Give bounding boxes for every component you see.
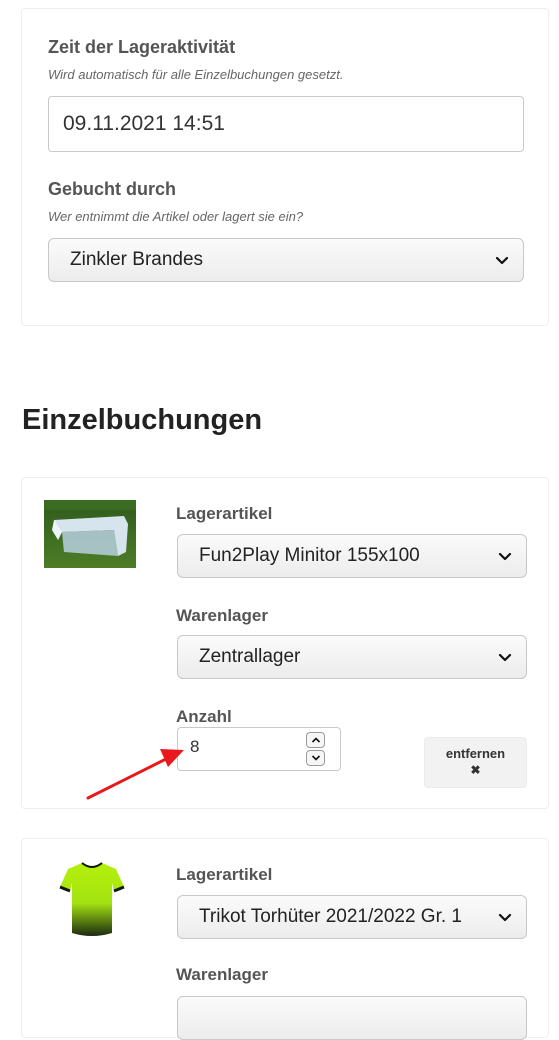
booking-card: Lagerartikel Trikot Torhüter 2021/2022 G… (21, 838, 549, 1040)
article-label: Lagerartikel (176, 865, 273, 884)
warehouse-label: Warenlager (176, 606, 268, 625)
booked-by-hint: Wer entnimmt die Artikel oder lagert sie… (48, 209, 304, 224)
article-select[interactable]: Fun2Play Minitor 155x100 (177, 534, 527, 578)
warehouse-select[interactable] (177, 996, 527, 1040)
time-input[interactable]: 09.11.2021 14:51 (48, 96, 524, 152)
booked-by-value: Zinkler Brandes (70, 249, 204, 270)
remove-label: entfernen (445, 746, 506, 761)
remove-button[interactable]: entfernen ✖ (424, 737, 527, 788)
decrement-button[interactable] (306, 750, 325, 766)
article-value: Trikot Torhüter 2021/2022 Gr. 1 (199, 906, 462, 927)
time-input-value: 09.11.2021 14:51 (63, 112, 225, 135)
warehouse-value: Zentrallager (199, 646, 301, 667)
section-title: Einzelbuchungen (22, 404, 263, 436)
chevron-up-icon (311, 737, 320, 743)
chevron-down-icon (311, 755, 320, 761)
time-hint: Wird automatisch für alle Einzelbuchunge… (48, 67, 344, 82)
article-label: Lagerartikel (176, 504, 273, 523)
activity-card: Zeit der Lageraktivität Wird automatisch… (21, 8, 549, 326)
chevron-down-icon (484, 896, 526, 938)
quantity-stepper[interactable]: 8 (177, 727, 341, 771)
warehouse-label: Warenlager (176, 965, 268, 984)
article-select[interactable]: Trikot Torhüter 2021/2022 Gr. 1 (177, 895, 527, 939)
warehouse-select[interactable]: Zentrallager (177, 635, 527, 679)
booked-by-select[interactable]: Zinkler Brandes (48, 238, 524, 282)
product-thumbnail-jersey (58, 859, 126, 939)
close-icon: ✖ (470, 763, 481, 777)
product-thumbnail-goal (44, 500, 136, 568)
chevron-down-icon (481, 239, 523, 281)
chevron-down-icon (484, 535, 526, 577)
chevron-down-icon (484, 636, 526, 678)
annotation-arrow-icon (86, 749, 184, 800)
article-value: Fun2Play Minitor 155x100 (199, 545, 420, 566)
time-label: Zeit der Lageraktivität (48, 37, 236, 57)
booked-by-label: Gebucht durch (48, 179, 177, 199)
quantity-label: Anzahl (176, 707, 232, 726)
increment-button[interactable] (306, 732, 325, 748)
